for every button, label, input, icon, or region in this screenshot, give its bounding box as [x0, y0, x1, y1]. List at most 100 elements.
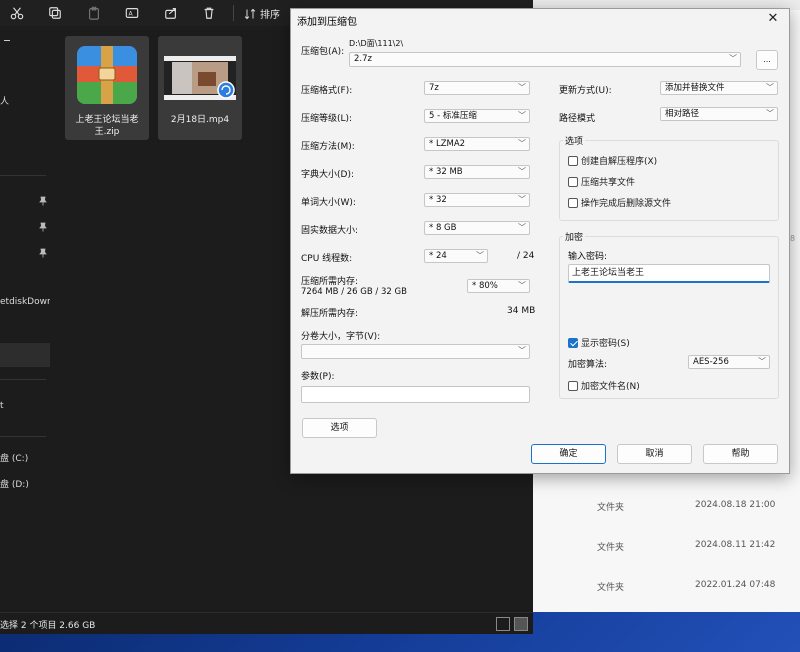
level-combo[interactable]: 5 - 标准压缩 ﹀	[424, 109, 530, 123]
cut-icon[interactable]	[8, 4, 26, 22]
tiles-view-icon[interactable]	[514, 617, 528, 631]
sidebar-item-label[interactable]: etdiskDown	[0, 297, 50, 307]
parameters-input[interactable]	[301, 386, 530, 403]
sidebar-divider	[0, 379, 46, 380]
sidebar-item-selected[interactable]	[0, 343, 50, 367]
cpu-threads-combo[interactable]: * 24 ﹀	[424, 249, 488, 263]
details-view-icon[interactable]	[496, 617, 510, 631]
pin-icon[interactable]	[38, 248, 48, 258]
delete-after-label: 操作完成后删除源文件	[581, 199, 672, 209]
paste-icon[interactable]	[85, 4, 103, 22]
encryption-group-title: 加密	[563, 230, 586, 243]
help-button[interactable]: 帮助	[703, 444, 778, 464]
add-to-archive-dialog: 添加到压缩包 ✕ 压缩包(A): D:\D面\111\2\ 2.7z ﹀ ...…	[290, 8, 790, 474]
checkbox-box[interactable]	[568, 380, 578, 391]
memory-usage-combo[interactable]: * 80% ﹀	[467, 279, 530, 293]
table-row[interactable]: 文件夹 2024.08.18 21:00	[533, 488, 800, 528]
cancel-button[interactable]: 取消	[617, 444, 692, 464]
method-combo[interactable]: * LZMA2 ﹀	[424, 137, 530, 151]
compress-shared-label: 压缩共享文件	[581, 178, 636, 188]
create-sfx-checkbox[interactable]: 创建自解压程序(X)	[568, 154, 657, 167]
decompress-memory-label: 解压所需内存:	[301, 309, 359, 319]
chevron-down-icon: ﹀	[518, 281, 526, 290]
split-size-combo[interactable]: ﹀	[301, 344, 530, 359]
file-name: 上老王论坛当老王.zip	[75, 115, 139, 137]
checkbox-box[interactable]	[568, 337, 578, 348]
compress-shared-checkbox[interactable]: 压缩共享文件	[568, 175, 635, 188]
svg-text:A: A	[129, 11, 134, 18]
solid-size-label: 固实数据大小:	[301, 226, 359, 236]
parameters-label: 参数(P):	[301, 372, 335, 382]
chevron-down-icon: ﹀	[518, 83, 526, 92]
file-item[interactable]: 2月18日.mp4	[158, 36, 242, 140]
pin-icon[interactable]	[38, 222, 48, 232]
chevron-down-icon: ﹀	[766, 83, 774, 92]
pin-icon[interactable]	[38, 196, 48, 206]
video-thumbnail-icon	[164, 56, 236, 100]
options-button[interactable]: 选项	[302, 418, 377, 438]
sidebar-divider	[0, 436, 46, 437]
file-name: 2月18日.mp4	[170, 115, 230, 125]
delete-icon[interactable]	[200, 4, 218, 22]
memory-detail: 7264 MB / 26 GB / 32 GB	[301, 287, 407, 297]
rename-icon[interactable]: A	[123, 4, 141, 22]
file-item[interactable]: 上老王论坛当老王.zip	[65, 36, 149, 140]
explorer-sidebar: 人 etdiskDown t 盘 (C:) 盘 (D:)	[0, 26, 50, 612]
chevron-down-icon: ﹀	[518, 111, 526, 120]
word-size-value: * 32	[429, 195, 447, 205]
checkbox-box[interactable]	[568, 176, 578, 187]
dictionary-label: 字典大小(D):	[301, 170, 354, 180]
ok-button[interactable]: 确定	[531, 444, 606, 464]
sort-label: 排序	[260, 10, 280, 21]
archive-name-combo[interactable]: 2.7z ﹀	[349, 52, 741, 67]
delete-after-checkbox[interactable]: 操作完成后删除源文件	[568, 196, 671, 209]
archive-label: 压缩包(A):	[301, 47, 345, 57]
chevron-down-icon: ﹀	[518, 167, 526, 176]
format-combo[interactable]: 7z ﹀	[424, 81, 530, 95]
cpu-threads-value: * 24	[429, 251, 447, 261]
archive-name-value: 2.7z	[354, 54, 372, 64]
encryption-method-label: 加密算法:	[568, 360, 608, 370]
sidebar-item-drive-c[interactable]: 盘 (C:)	[0, 451, 28, 464]
table-row[interactable]: 文件夹 2022.01.24 07:48	[533, 568, 800, 608]
close-icon[interactable]: ✕	[763, 10, 783, 28]
encrypt-filenames-checkbox[interactable]: 加密文件名(N)	[568, 379, 640, 392]
word-size-label: 单词大小(W):	[301, 198, 356, 208]
format-label: 压缩格式(F):	[301, 86, 353, 96]
sidebar-item-partial[interactable]	[4, 40, 10, 52]
share-icon[interactable]	[162, 4, 180, 22]
password-input[interactable]: 上老王论坛当老王	[568, 264, 770, 283]
file-date: 2022.01.24 07:48	[695, 580, 776, 590]
update-mode-value: 添加并替换文件	[665, 83, 725, 93]
encryption-method-combo[interactable]: AES-256 ﹀	[688, 355, 770, 369]
memory-label: 压缩所需内存:	[301, 277, 359, 287]
chevron-down-icon: ﹀	[729, 54, 737, 63]
level-value: 5 - 标准压缩	[429, 111, 477, 121]
sidebar-item-label[interactable]: 人	[0, 94, 9, 107]
archive-path: D:\D面\111\2\	[349, 39, 404, 48]
path-mode-value: 相对路径	[665, 109, 700, 119]
sort-button[interactable]: 排序	[244, 6, 280, 21]
create-sfx-label: 创建自解压程序(X)	[581, 157, 658, 167]
browse-button[interactable]: ...	[756, 50, 778, 70]
show-password-checkbox[interactable]: 显示密码(S)	[568, 336, 630, 349]
split-size-label: 分卷大小，字节(V):	[301, 332, 381, 342]
sidebar-item-label[interactable]: t	[0, 401, 4, 411]
encryption-method-value: AES-256	[693, 357, 729, 367]
dictionary-value: * 32 MB	[429, 167, 463, 177]
chevron-down-icon: ﹀	[758, 357, 766, 366]
solid-size-combo[interactable]: * 8 GB ﹀	[424, 221, 530, 235]
update-mode-combo[interactable]: 添加并替换文件 ﹀	[660, 81, 778, 95]
checkbox-box[interactable]	[568, 155, 578, 166]
word-size-combo[interactable]: * 32 ﹀	[424, 193, 530, 207]
path-mode-combo[interactable]: 相对路径 ﹀	[660, 107, 778, 121]
table-row[interactable]: 文件夹 2024.08.11 21:42	[533, 528, 800, 568]
method-label: 压缩方法(M):	[301, 142, 355, 152]
chevron-down-icon: ﹀	[518, 139, 526, 148]
file-date: 2024.08.11 21:42	[695, 540, 776, 550]
level-label: 压缩等级(L):	[301, 114, 353, 124]
copy-icon[interactable]	[46, 4, 64, 22]
sidebar-item-drive-d[interactable]: 盘 (D:)	[0, 477, 29, 490]
dictionary-combo[interactable]: * 32 MB ﹀	[424, 165, 530, 179]
checkbox-box[interactable]	[568, 197, 578, 208]
